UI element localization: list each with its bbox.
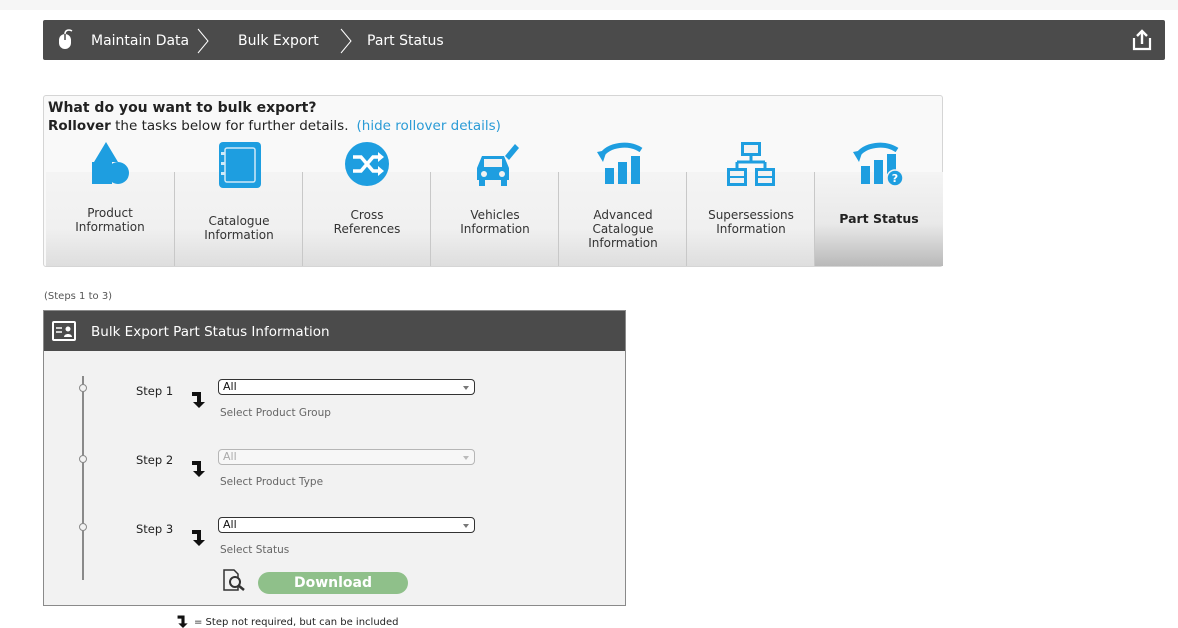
product-type-select: All <box>218 449 475 465</box>
optional-step-arrow-icon <box>192 530 205 546</box>
id-card-icon <box>52 321 76 341</box>
task-question: What do you want to bulk export? <box>48 100 317 116</box>
shapes-icon <box>92 142 129 184</box>
legend: = Step not required, but can be included <box>176 614 399 628</box>
breadcrumb-maintain-data[interactable]: Maintain Data <box>91 33 189 49</box>
chevron-right-icon <box>340 28 352 54</box>
step-panel-title: Bulk Export Part Status Information <box>91 324 330 340</box>
top-strip <box>0 0 1178 10</box>
step-1-hint: Select Product Group <box>220 407 331 419</box>
rollover-text: the tasks below for further details. <box>110 118 349 134</box>
hierarchy-icon <box>727 142 775 186</box>
tile-catalogue-information[interactable]: Catalogue Information <box>174 142 303 266</box>
tile-label: Advanced Catalogue Information <box>588 208 658 250</box>
select-value: All <box>223 450 237 463</box>
tile-vehicles-information[interactable]: Vehicles Information <box>430 144 559 266</box>
chevron-down-icon <box>463 524 469 528</box>
download-button[interactable]: Download <box>258 572 408 594</box>
breadcrumb-part-status: Part Status <box>367 33 444 49</box>
optional-step-arrow-icon <box>192 392 205 408</box>
step-3-hint: Select Status <box>220 544 290 556</box>
export-icon[interactable] <box>1129 28 1155 52</box>
bulk-export-step-panel: Bulk Export Part Status Information Step… <box>43 310 626 606</box>
chevron-down-icon <box>463 386 469 390</box>
rollover-bold: Rollover <box>48 118 111 134</box>
chart-status-icon: ? <box>853 142 904 187</box>
optional-step-arrow-icon <box>177 615 188 628</box>
steps-timeline <box>82 376 84 580</box>
tile-label: Product Information <box>75 206 145 234</box>
preview-magnifier-icon[interactable] <box>222 569 246 591</box>
step-3-label: Step 3 <box>136 522 174 536</box>
tile-label: Supersessions Information <box>708 208 794 236</box>
chevron-right-icon <box>197 28 209 54</box>
export-task-panel: What do you want to bulk export? Rollove… <box>43 95 943 267</box>
select-value: All <box>223 380 237 393</box>
svg-text:?: ? <box>892 172 898 185</box>
step-2-hint: Select Product Type <box>220 476 324 488</box>
tile-supersessions-information[interactable]: Supersessions Information <box>686 142 815 266</box>
timeline-dot <box>79 455 87 463</box>
step-panel-header: Bulk Export Part Status Information <box>44 311 625 351</box>
bar-chart-arrow-icon <box>597 142 643 184</box>
select-value: All <box>223 518 237 531</box>
status-select[interactable]: All <box>218 517 475 533</box>
car-edit-icon <box>477 144 519 186</box>
tile-product-information[interactable]: Product Information <box>46 142 174 266</box>
timeline-dot <box>79 523 87 531</box>
mouse-icon <box>59 29 73 49</box>
hide-rollover-link[interactable]: (hide rollover details) <box>357 118 501 134</box>
tile-label: Catalogue Information <box>204 214 274 242</box>
tile-part-status[interactable]: ? Part Status <box>814 142 943 266</box>
timeline-dot <box>79 384 87 392</box>
steps-range: (Steps 1 to 3) <box>44 291 113 302</box>
task-tiles: Product Information Catalogue Informatio… <box>44 142 943 266</box>
rollover-instructions: Rollover the tasks below for further det… <box>48 118 501 134</box>
optional-step-arrow-icon <box>192 461 205 477</box>
tile-label: Cross References <box>333 208 401 236</box>
shuffle-icon <box>345 142 389 186</box>
catalogue-book-icon <box>219 142 261 188</box>
step-1-label: Step 1 <box>136 384 174 398</box>
step-2-label: Step 2 <box>136 453 174 467</box>
product-group-select[interactable]: All <box>218 379 475 395</box>
tile-cross-references[interactable]: Cross References <box>302 142 431 266</box>
tile-label: Part Status <box>839 211 919 226</box>
breadcrumb-bulk-export[interactable]: Bulk Export <box>238 33 319 49</box>
tile-label: Vehicles Information <box>460 208 530 236</box>
legend-text: = Step not required, but can be included <box>194 617 399 628</box>
chevron-down-icon <box>463 456 469 460</box>
tile-advanced-catalogue-information[interactable]: Advanced Catalogue Information <box>558 142 687 266</box>
breadcrumb-bar: Maintain Data Bulk Export Part Status <box>43 20 1165 60</box>
